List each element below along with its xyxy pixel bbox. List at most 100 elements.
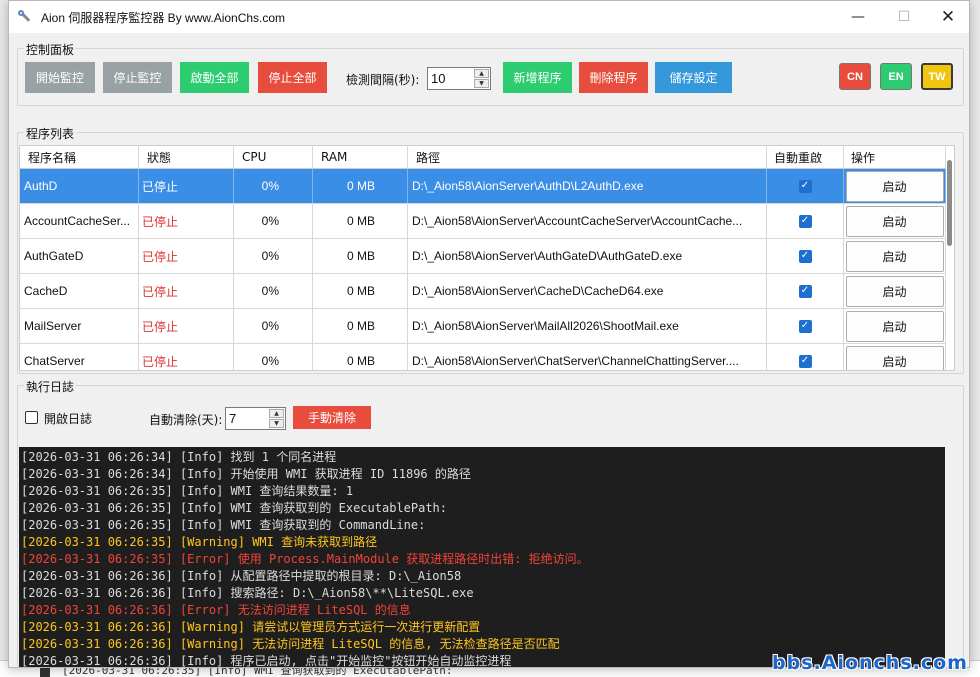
program-path: D:\_Aion58\AionServer\AccountCacheServer… <box>408 204 767 238</box>
table-row[interactable]: AccountCacheSer... 已停止 0% 0 MB D:\_Aion5… <box>20 204 946 239</box>
spin-down-icon[interactable]: ▼ <box>474 79 489 88</box>
auto-clear-value[interactable]: 7 <box>229 411 236 426</box>
start-program-button[interactable]: 启动 <box>845 240 944 272</box>
program-ram: 0 MB <box>313 309 408 343</box>
program-name: AuthGateD <box>20 239 139 273</box>
column-header-path[interactable]: 路徑 <box>408 146 767 168</box>
log-line: [2026-03-31 06:26:36] [Warning] 无法访问进程 L… <box>21 637 560 651</box>
log-line: [2026-03-31 06:26:34] [Info] 开始使用 WMI 获取… <box>21 467 471 481</box>
program-status: 已停止 <box>139 169 234 203</box>
program-cpu: 0% <box>234 204 313 238</box>
program-ram: 0 MB <box>313 344 408 370</box>
program-name: AuthD <box>20 169 139 203</box>
lang-en-button[interactable]: EN <box>880 63 912 90</box>
program-name: AccountCacheSer... <box>20 204 139 238</box>
interval-value[interactable]: 10 <box>431 71 445 86</box>
interval-spinner[interactable]: 10 ▲ ▼ <box>427 67 491 90</box>
table-row[interactable]: CacheD 已停止 0% 0 MB D:\_Aion58\AionServer… <box>20 274 946 309</box>
lang-cn-button[interactable]: CN <box>839 63 871 90</box>
program-status: 已停止 <box>139 239 234 273</box>
column-header-name[interactable]: 程序名稱 <box>20 146 139 168</box>
program-ram: 0 MB <box>313 204 408 238</box>
window-title: Aion 伺服器程序監控器 By www.AionChs.com <box>41 10 286 25</box>
program-cpu: 0% <box>234 309 313 343</box>
program-cpu: 0% <box>234 169 313 203</box>
delete-program-button[interactable]: 刪除程序 <box>579 62 648 93</box>
start-program-button[interactable]: 启动 <box>845 345 944 370</box>
action-cell: 启动 <box>844 274 946 308</box>
action-cell: 启动 <box>844 204 946 238</box>
auto-clear-spinner[interactable]: 7 ▲ ▼ <box>225 407 286 430</box>
start-program-button[interactable]: 启动 <box>845 275 944 307</box>
enable-log-checkbox[interactable] <box>25 411 38 424</box>
log-line: [2026-03-31 06:26:36] [Info] 从配置路径中提取的根目… <box>21 569 462 583</box>
auto-restart-checkbox[interactable]: ✓ <box>798 354 812 368</box>
auto-restart-cell: ✓ <box>767 169 844 203</box>
auto-restart-checkbox[interactable]: ✓ <box>798 179 812 193</box>
table-row[interactable]: MailServer 已停止 0% 0 MB D:\_Aion58\AionSe… <box>20 309 946 344</box>
lang-tw-button[interactable]: TW <box>921 63 953 90</box>
start-monitor-button[interactable]: 開始監控 <box>25 62 95 93</box>
title-bar[interactable]: Aion 伺服器程序監控器 By www.AionChs.com — ☐ ✕ <box>9 1 969 33</box>
table-row[interactable]: AuthD 已停止 0% 0 MB D:\_Aion58\AionServer\… <box>20 169 946 204</box>
column-header-ram[interactable]: RAM <box>313 146 408 168</box>
auto-restart-checkbox[interactable]: ✓ <box>798 284 812 298</box>
table-row[interactable]: ChatServer 已停止 0% 0 MB D:\_Aion58\AionSe… <box>20 344 946 370</box>
manual-clear-button[interactable]: 手動清除 <box>293 406 371 429</box>
program-path: D:\_Aion58\AionServer\CacheD\CacheD64.ex… <box>408 274 767 308</box>
auto-restart-checkbox[interactable]: ✓ <box>798 319 812 333</box>
log-line: [2026-03-31 06:26:34] [Info] 找到 1 个同名进程 <box>21 450 337 464</box>
action-cell: 启动 <box>844 309 946 343</box>
program-ram: 0 MB <box>313 274 408 308</box>
column-header-auto-restart[interactable]: 自動重啟 <box>767 146 844 168</box>
save-settings-button[interactable]: 儲存設定 <box>655 62 732 93</box>
action-cell: 启动 <box>844 169 946 203</box>
program-status: 已停止 <box>139 309 234 343</box>
column-header-status[interactable]: 狀態 <box>139 146 234 168</box>
log-line: [2026-03-31 06:26:36] [Error] 无法访问进程 Lit… <box>21 603 411 617</box>
program-ram: 0 MB <box>313 239 408 273</box>
log-line: [2026-03-31 06:26:36] [Warning] 请尝试以管理员方… <box>21 620 481 634</box>
program-name: CacheD <box>20 274 139 308</box>
program-cpu: 0% <box>234 344 313 370</box>
table-row[interactable]: AuthGateD 已停止 0% 0 MB D:\_Aion58\AionSer… <box>20 239 946 274</box>
wrench-icon <box>17 9 33 25</box>
spin-up-icon[interactable]: ▲ <box>474 69 489 78</box>
stop-all-button[interactable]: 停止全部 <box>258 62 327 93</box>
table-scrollbar[interactable] <box>947 160 952 246</box>
column-header-action[interactable]: 操作 <box>844 146 946 168</box>
start-program-button[interactable]: 启动 <box>845 310 944 342</box>
start-program-button[interactable]: 启动 <box>845 205 944 237</box>
auto-restart-checkbox[interactable]: ✓ <box>798 249 812 263</box>
auto-restart-cell: ✓ <box>767 239 844 273</box>
program-status: 已停止 <box>139 344 234 370</box>
program-cpu: 0% <box>234 239 313 273</box>
log-line: [2026-03-31 06:26:35] [Error] 使用 Process… <box>21 552 589 566</box>
column-header-cpu[interactable]: CPU <box>234 146 313 168</box>
program-list-label: 程序列表 <box>24 125 77 142</box>
program-path: D:\_Aion58\AionServer\AuthGateD\AuthGate… <box>408 239 767 273</box>
add-program-button[interactable]: 新增程序 <box>503 62 572 93</box>
log-panel-label: 執行日誌 <box>24 378 77 395</box>
close-button[interactable]: ✕ <box>925 1 969 33</box>
action-cell: 启动 <box>844 344 946 370</box>
enable-log-label: 開啟日誌 <box>44 412 93 426</box>
start-program-button[interactable]: 启动 <box>845 170 944 202</box>
log-output[interactable]: [2026-03-31 06:26:34] [Info] 找到 1 个同名进程 … <box>19 447 945 667</box>
main-window: Aion 伺服器程序監控器 By www.AionChs.com — ☐ ✕ 控… <box>8 0 970 668</box>
program-status: 已停止 <box>139 204 234 238</box>
minimize-button[interactable]: — <box>835 1 881 33</box>
maximize-button[interactable]: ☐ <box>881 1 927 33</box>
table-header: 程序名稱 狀態 CPU RAM 路徑 自動重啟 操作 <box>20 146 946 169</box>
control-panel-label: 控制面板 <box>24 41 77 58</box>
action-cell: 启动 <box>844 239 946 273</box>
start-all-button[interactable]: 啟動全部 <box>180 62 249 93</box>
program-path: D:\_Aion58\AionServer\MailAll2026\ShootM… <box>408 309 767 343</box>
spin-up-icon[interactable]: ▲ <box>269 409 284 418</box>
spin-down-icon[interactable]: ▼ <box>269 419 284 428</box>
log-line: [2026-03-31 06:26:35] [Info] WMI 查询获取到的 … <box>21 518 426 532</box>
log-line: [2026-03-31 06:26:35] [Info] WMI 查询结果数量:… <box>21 484 354 498</box>
auto-restart-checkbox[interactable]: ✓ <box>798 214 812 228</box>
program-path: D:\_Aion58\AionServer\AuthD\L2AuthD.exe <box>408 169 767 203</box>
stop-monitor-button[interactable]: 停止監控 <box>103 62 172 93</box>
